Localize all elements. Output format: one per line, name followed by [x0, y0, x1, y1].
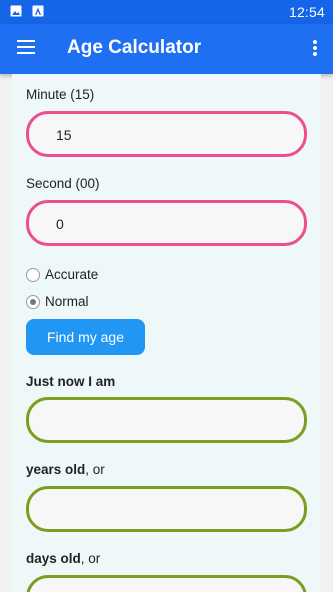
minute-label: Minute (15)	[26, 87, 95, 102]
app-bar: Age Calculator	[0, 24, 333, 74]
accurate-label: Accurate	[45, 267, 99, 282]
days-bold-text: days old	[26, 551, 81, 566]
age-output-field[interactable]	[26, 397, 307, 443]
just-now-text: Just now I am	[26, 374, 116, 389]
image-icon	[10, 5, 22, 17]
days-rest-text: , or	[80, 551, 101, 566]
app-title: Age Calculator	[67, 37, 202, 58]
minute-input[interactable]: 15	[26, 111, 307, 157]
hamburger-menu-icon[interactable]	[17, 40, 35, 54]
years-rest-text: , or	[85, 462, 105, 477]
just-now-label: Just now I am	[26, 374, 115, 389]
normal-radio[interactable]	[26, 295, 40, 309]
accurate-radio[interactable]	[26, 268, 40, 282]
normal-label: Normal	[45, 294, 89, 309]
status-bar: 12:54	[0, 0, 333, 24]
days-label: days old, or	[26, 551, 100, 566]
more-vert-icon[interactable]	[313, 40, 317, 56]
second-input[interactable]: 0	[26, 200, 307, 246]
a-notification-icon	[32, 5, 44, 17]
years-bold-text: years old	[26, 462, 86, 477]
years-output-field[interactable]	[26, 486, 307, 532]
second-label: Second (00)	[26, 176, 100, 191]
find-my-age-button[interactable]: Find my age	[26, 319, 145, 355]
years-label: years old, or	[26, 462, 105, 477]
days-output-field[interactable]	[26, 575, 307, 592]
status-time: 12:54	[288, 4, 325, 20]
